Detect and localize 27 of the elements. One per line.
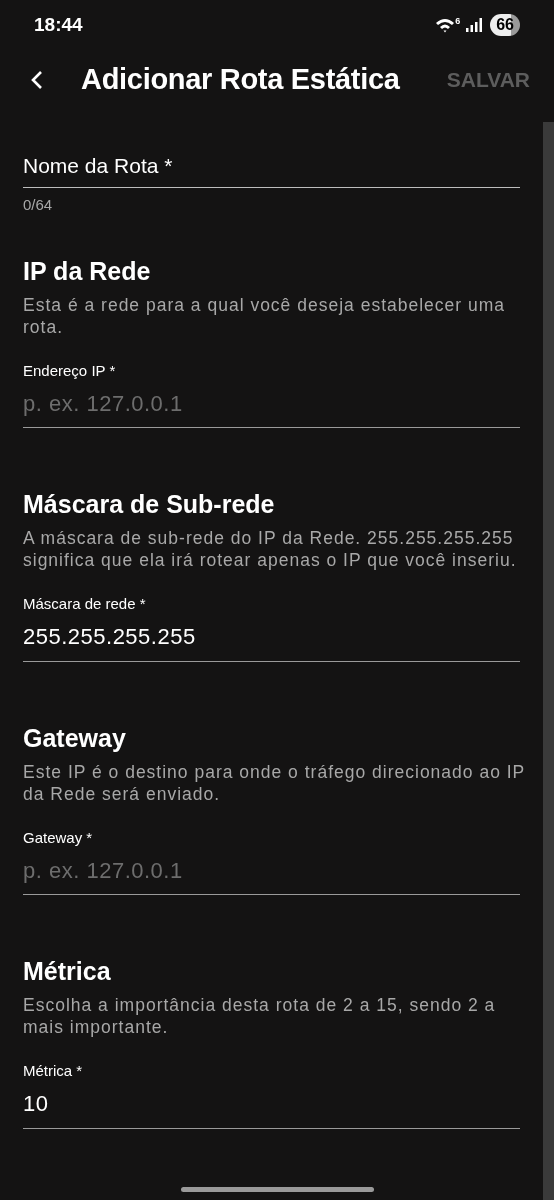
section-title: Métrica (23, 956, 112, 987)
route-name-field[interactable]: Nome da Rota * (23, 152, 520, 188)
field-label: Nome da Rota * (23, 153, 173, 179)
wifi-icon (435, 17, 456, 33)
battery-indicator: 66 (490, 14, 520, 36)
field-label: Métrica * (23, 1061, 84, 1081)
wifi-band-label: 6 (455, 17, 461, 26)
input-field[interactable]: 255.255.255.255 (23, 621, 520, 662)
section-description: A máscara de sub-rede do IP da Rede. 255.255.255.255 significa que ela irá rotear apenas o IP que você inseriu. (23, 527, 518, 571)
section-description: Esta é a rede para a qual você deseja estabelecer uma rota. (23, 293, 507, 338)
section-description: Este IP é o destino para onde o tráfego direcionado ao IP da Rede será enviado. (23, 760, 526, 805)
section-description: Escolha a importância desta rota de 2 a 15, sendo 2 a mais importante. (23, 994, 497, 1038)
page-title: Adicionar Rota Estática (81, 62, 400, 98)
signal-icon (466, 18, 483, 32)
section-title: Máscara de Sub-rede (23, 489, 276, 520)
input-field[interactable]: 10 (23, 1088, 520, 1129)
section-title: Gateway (23, 722, 127, 754)
input-field[interactable]: p. ex. 127.0.0.1 (23, 388, 520, 428)
character-counter: 0/64 (23, 195, 54, 215)
section-title: IP da Rede (23, 255, 152, 287)
field-label: Máscara de rede * (23, 594, 147, 614)
input-field[interactable]: p. ex. 127.0.0.1 (23, 855, 520, 895)
home-indicator[interactable] (181, 1187, 374, 1192)
field-label: Endereço IP * (23, 360, 117, 381)
scrollbar-thumb[interactable] (543, 122, 554, 1200)
status-time: 18:44 (34, 12, 83, 37)
field-label: Gateway * (23, 827, 94, 848)
